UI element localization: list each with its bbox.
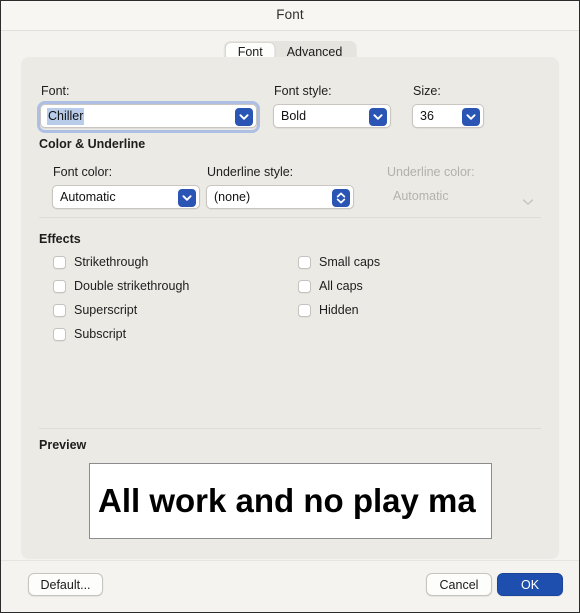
- chevron-down-icon[interactable]: [178, 189, 196, 207]
- cancel-button[interactable]: Cancel: [426, 573, 492, 596]
- size-label: Size:: [413, 84, 441, 98]
- font-style-value: Bold: [281, 109, 307, 123]
- checkbox-box[interactable]: [298, 255, 311, 269]
- checkbox-double-strikethrough[interactable]: Double strikethrough: [53, 279, 189, 293]
- checkbox-label: Small caps: [319, 255, 381, 269]
- font-style-label: Font style:: [274, 84, 332, 98]
- font-color-value: Automatic: [60, 190, 116, 204]
- font-label: Font:: [41, 84, 70, 98]
- chevron-up-down-icon[interactable]: [332, 189, 350, 207]
- divider-color-section: [39, 217, 541, 218]
- checkbox-label: All caps: [319, 279, 363, 293]
- chevron-down-icon: [522, 193, 534, 211]
- checkbox-superscript[interactable]: Superscript: [53, 303, 137, 317]
- underline-color-popup: Automatic: [386, 185, 541, 209]
- font-color-label: Font color:: [53, 165, 113, 179]
- checkbox-strikethrough[interactable]: Strikethrough: [53, 255, 148, 269]
- checkbox-hidden[interactable]: Hidden: [298, 303, 359, 317]
- font-dialog-window: Font Font Advanced Font: Font style: Siz…: [0, 0, 580, 613]
- ok-button[interactable]: OK: [497, 573, 563, 596]
- underline-style-value: (none): [214, 190, 251, 204]
- checkbox-label: Double strikethrough: [74, 279, 190, 293]
- default-button[interactable]: Default...: [28, 573, 103, 596]
- color-underline-heading: Color & Underline: [39, 137, 146, 151]
- font-style-popup[interactable]: Bold: [273, 104, 391, 128]
- preview-text: All work and no play ma: [98, 482, 476, 519]
- checkbox-label: Superscript: [74, 303, 138, 317]
- underline-style-popup[interactable]: (none): [206, 185, 354, 209]
- underline-style-label: Underline style:: [207, 165, 294, 179]
- checkbox-label: Subscript: [74, 327, 127, 341]
- checkbox-box[interactable]: [53, 327, 66, 341]
- chevron-down-icon[interactable]: [369, 108, 387, 126]
- font-name-value: Chiller: [47, 108, 85, 125]
- chevron-down-icon[interactable]: [462, 108, 480, 126]
- checkbox-box[interactable]: [53, 279, 66, 293]
- settings-panel: Font: Font style: Size: Chiller Bold 36 …: [21, 57, 559, 559]
- checkbox-label: Strikethrough: [74, 255, 149, 269]
- underline-color-label: Underline color:: [387, 165, 475, 179]
- font-color-popup[interactable]: Automatic: [52, 185, 200, 209]
- checkbox-box[interactable]: [298, 279, 311, 293]
- checkbox-subscript[interactable]: Subscript: [53, 327, 126, 341]
- checkbox-box[interactable]: [298, 303, 311, 317]
- divider-preview-section: [39, 428, 541, 429]
- checkbox-box[interactable]: [53, 303, 66, 317]
- chevron-down-icon[interactable]: [235, 108, 253, 126]
- checkbox-all-caps[interactable]: All caps: [298, 279, 363, 293]
- checkbox-box[interactable]: [53, 255, 66, 269]
- window-title: Font: [276, 7, 304, 22]
- font-size-popup[interactable]: 36: [412, 104, 484, 128]
- underline-color-value: Automatic: [393, 189, 449, 203]
- dialog-footer: Default... Cancel OK: [1, 560, 579, 612]
- titlebar: Font: [1, 1, 579, 31]
- checkbox-label: Hidden: [319, 303, 359, 317]
- font-size-value: 36: [420, 109, 434, 123]
- preview-box: All work and no play ma: [89, 463, 492, 539]
- effects-heading: Effects: [39, 232, 81, 246]
- checkbox-small-caps[interactable]: Small caps: [298, 255, 380, 269]
- preview-heading: Preview: [39, 438, 87, 452]
- font-name-combobox[interactable]: Chiller: [40, 104, 257, 128]
